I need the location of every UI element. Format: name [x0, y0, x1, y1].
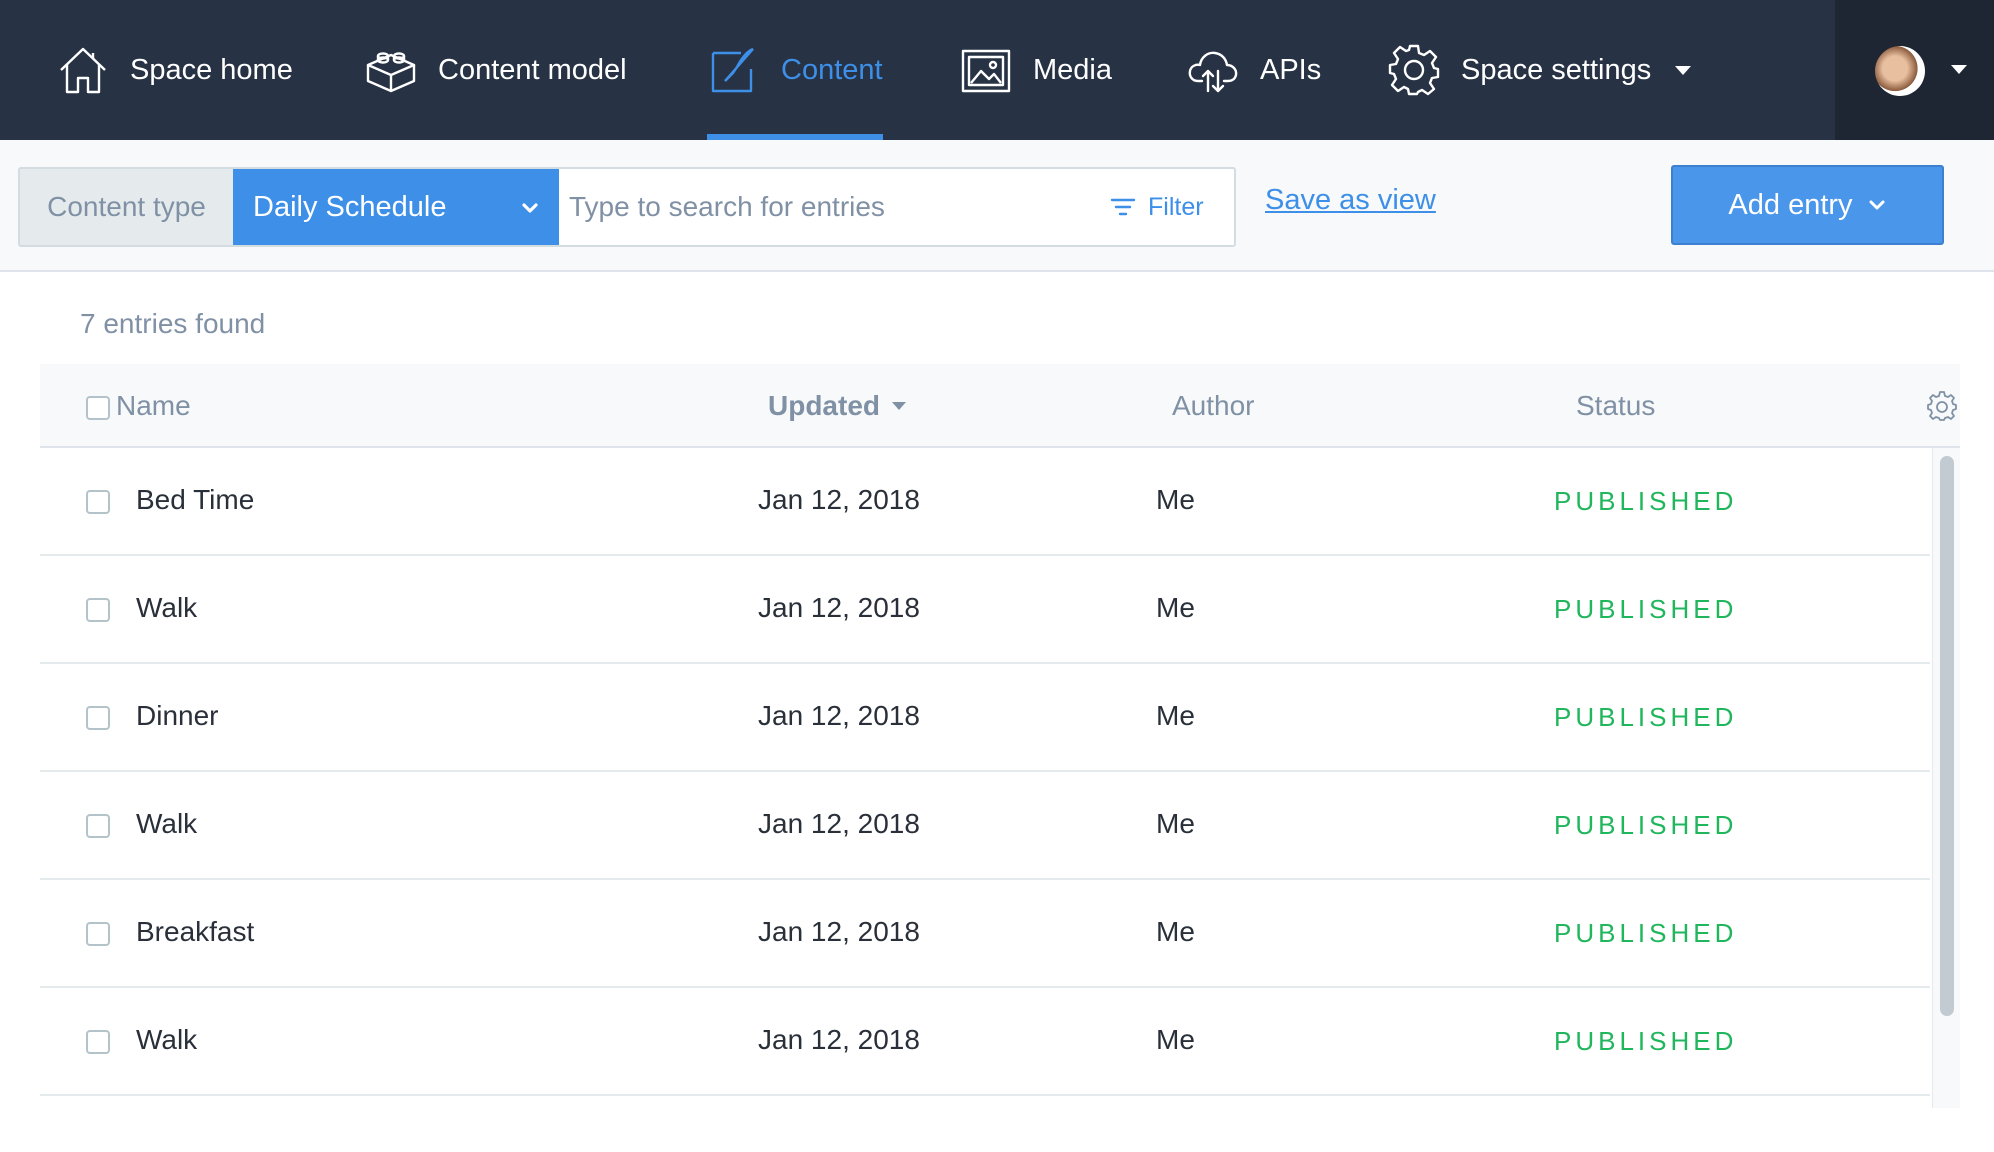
status-badge: PUBLISHED [1554, 918, 1738, 948]
filter-icon [1110, 198, 1136, 216]
filter-button[interactable]: Filter [1110, 169, 1204, 245]
search-bar: Content type Daily Schedule Filter [18, 167, 1236, 247]
account-menu[interactable] [1835, 0, 1994, 140]
entry-name: Bed Time [136, 484, 255, 515]
entry-author: Me [1156, 1024, 1195, 1055]
row-checkbox[interactable] [86, 922, 110, 946]
entry-updated: Jan 12, 2018 [758, 700, 920, 731]
add-entry-label: Add entry [1728, 188, 1853, 221]
entry-updated: Jan 12, 2018 [758, 484, 920, 515]
gear-icon [1388, 44, 1440, 96]
chevron-down-icon [1675, 65, 1692, 75]
column-header-author[interactable]: Author [1172, 390, 1255, 422]
table-row[interactable]: Walk Jan 12, 2018 Me PUBLISHED [40, 772, 1930, 880]
row-checkbox[interactable] [86, 598, 110, 622]
entry-author: Me [1156, 592, 1195, 623]
nav-label: Space home [130, 53, 293, 86]
content-type-label: Content type [20, 169, 233, 245]
row-checkbox[interactable] [86, 1030, 110, 1054]
column-header-updated-label: Updated [768, 390, 880, 421]
nav-space-home[interactable]: Space home [56, 0, 293, 140]
filter-label: Filter [1148, 192, 1204, 221]
nav-media[interactable]: Media [959, 0, 1112, 140]
nav-content[interactable]: Content [707, 0, 883, 140]
nav-space-settings[interactable]: Space settings [1387, 0, 1692, 140]
entry-updated: Jan 12, 2018 [758, 916, 920, 947]
nav-content-model[interactable]: Content model [364, 0, 627, 140]
table-row[interactable]: Breakfast Jan 12, 2018 Me PUBLISHED [40, 880, 1930, 988]
status-badge: PUBLISHED [1554, 594, 1738, 624]
table-row[interactable]: Dinner Jan 12, 2018 Me PUBLISHED [40, 664, 1930, 772]
search-input[interactable] [569, 169, 1089, 245]
entry-author: Me [1156, 700, 1195, 731]
nav-label: Content model [438, 53, 627, 86]
nav-label: APIs [1260, 53, 1322, 86]
scrollbar[interactable] [1932, 448, 1960, 1108]
column-header-status[interactable]: Status [1576, 390, 1655, 422]
status-badge: PUBLISHED [1554, 1026, 1738, 1056]
entries-table-body: Bed Time Jan 12, 2018 Me PUBLISHED Walk … [40, 448, 1930, 1108]
scrollbar-thumb[interactable] [1940, 456, 1954, 1016]
row-checkbox[interactable] [86, 706, 110, 730]
chevron-down-icon [1951, 65, 1967, 74]
column-header-updated[interactable]: Updated [768, 390, 906, 422]
chevron-down-icon [1869, 200, 1885, 210]
table-row[interactable]: Walk Jan 12, 2018 Me PUBLISHED [40, 988, 1930, 1096]
table-row[interactable]: Walk Jan 12, 2018 Me PUBLISHED [40, 556, 1930, 664]
top-navigation: Space home Content model Content Media A… [0, 0, 1994, 140]
avatar[interactable] [1875, 46, 1925, 96]
entry-name: Walk [136, 1024, 198, 1055]
row-checkbox[interactable] [86, 490, 110, 514]
content-type-value: Daily Schedule [253, 190, 447, 223]
save-as-view-link[interactable]: Save as view [1265, 184, 1436, 217]
nav-apis[interactable]: APIs [1186, 0, 1321, 140]
entry-updated: Jan 12, 2018 [758, 1024, 920, 1055]
entry-author: Me [1156, 916, 1195, 947]
status-badge: PUBLISHED [1554, 486, 1738, 516]
entry-name: Walk [136, 808, 198, 839]
table-header: Name Updated Author Status [40, 364, 1960, 448]
status-badge: PUBLISHED [1554, 702, 1738, 732]
row-checkbox[interactable] [86, 814, 110, 838]
toolbar: Content type Daily Schedule Filter Save … [0, 140, 1994, 272]
entry-updated: Jan 12, 2018 [758, 592, 920, 623]
entries-count: 7 entries found [80, 308, 266, 339]
entry-author: Me [1156, 484, 1195, 515]
status-badge: PUBLISHED [1554, 810, 1738, 840]
pen-icon [711, 47, 754, 93]
image-icon [961, 49, 1011, 93]
cloud-icon [1188, 51, 1238, 93]
home-icon [60, 47, 106, 94]
add-entry-button[interactable]: Add entry [1671, 165, 1944, 245]
entry-name: Dinner [136, 700, 219, 731]
nav-label: Content [781, 53, 883, 86]
entry-name: Walk [136, 592, 198, 623]
content-type-select[interactable]: Daily Schedule [233, 169, 559, 245]
entry-name: Breakfast [136, 916, 255, 947]
select-all-checkbox[interactable] [86, 396, 110, 420]
nav-label: Space settings [1461, 53, 1652, 86]
blocks-icon [366, 52, 416, 93]
table-row[interactable]: Bed Time Jan 12, 2018 Me PUBLISHED [40, 448, 1930, 556]
column-header-name[interactable]: Name [116, 390, 191, 422]
chevron-down-icon [522, 203, 538, 213]
column-settings-gear-icon[interactable] [1926, 390, 1958, 422]
nav-label: Media [1033, 53, 1112, 86]
sort-descending-icon [892, 402, 906, 410]
entry-author: Me [1156, 808, 1195, 839]
entry-updated: Jan 12, 2018 [758, 808, 920, 839]
